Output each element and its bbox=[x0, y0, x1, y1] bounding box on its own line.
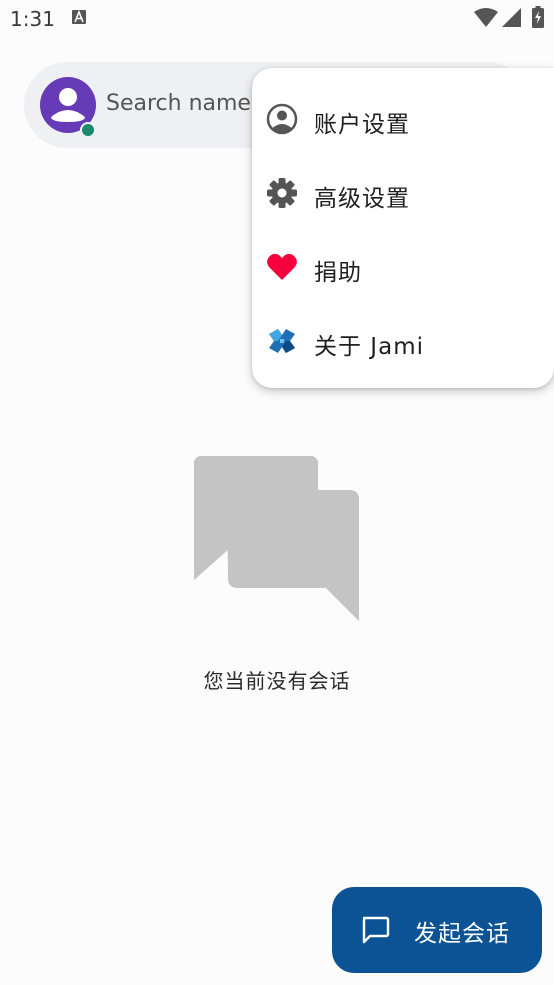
gear-icon bbox=[267, 178, 297, 208]
menu-item-donate[interactable]: 捐助 bbox=[252, 230, 554, 304]
menu-item-label: 高级设置 bbox=[314, 186, 410, 212]
conversations-empty-icon bbox=[194, 456, 359, 621]
menu-item-account-settings[interactable]: 账户设置 bbox=[252, 82, 554, 156]
battery-charging-icon bbox=[532, 6, 544, 28]
menu-item-label: 关于 Jami bbox=[314, 334, 424, 360]
empty-state-message: 您当前没有会话 bbox=[203, 669, 351, 693]
wifi-icon bbox=[474, 8, 498, 27]
menu-item-label: 捐助 bbox=[314, 260, 362, 286]
search-input[interactable]: Search name bbox=[106, 91, 251, 116]
presence-indicator bbox=[80, 122, 96, 138]
chat-bubble-icon bbox=[362, 916, 390, 944]
start-conversation-label: 发起会话 bbox=[414, 921, 510, 947]
menu-item-about[interactable]: 关于 Jami bbox=[252, 304, 554, 378]
menu-item-label: 账户设置 bbox=[314, 112, 410, 138]
signal-icon bbox=[502, 8, 521, 27]
status-time: 1:31 bbox=[10, 7, 55, 31]
menu-item-advanced-settings[interactable]: 高级设置 bbox=[252, 156, 554, 230]
notification-a-icon bbox=[72, 10, 86, 24]
jami-logo-icon bbox=[269, 329, 295, 353]
heart-icon bbox=[267, 253, 297, 280]
status-bar: 1:31 bbox=[0, 0, 554, 40]
account-circle-icon bbox=[266, 103, 298, 135]
overflow-menu: 账户设置 高级设置 捐助 关于 Jami bbox=[252, 68, 554, 388]
start-conversation-button[interactable]: 发起会话 bbox=[332, 887, 542, 973]
